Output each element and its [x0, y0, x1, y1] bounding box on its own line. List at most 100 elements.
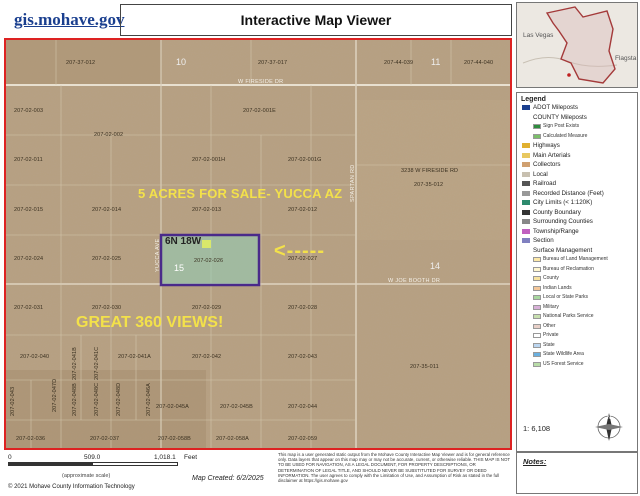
legend-swatch	[533, 352, 541, 357]
legend-item-label: Railroad	[533, 180, 557, 187]
parcel-label: 207-02-014	[92, 207, 122, 213]
parcel-label: 207-02-048C	[94, 382, 100, 416]
legend-item-label: Calculated Measure	[543, 132, 588, 139]
legend-item: Township/Range	[521, 227, 633, 237]
parcel-label: 207-02-002	[94, 132, 124, 138]
legend-item: Railroad	[521, 179, 633, 189]
parcel-label: 207-02-013	[192, 207, 222, 213]
parcel-label: 207-35-012	[414, 182, 444, 188]
legend-swatch	[533, 133, 541, 139]
parcel-label: 207-02-037	[90, 436, 120, 442]
map-viewer-page: gis.mohave.gov Interactive Map Viewer 10…	[0, 0, 640, 496]
legend-item-label: City Limits (< 1:120K)	[533, 199, 593, 206]
legend-item-label: Sign Post Exists	[543, 123, 580, 129]
legend-item: City Limits (< 1:120K)	[521, 198, 633, 208]
legend-item-label: ADOT Mileposts	[533, 104, 578, 111]
overview-map[interactable]: Las Vegas Flagsta	[516, 2, 638, 88]
parcel-label: 207-02-047D	[52, 378, 58, 412]
legend-swatch	[533, 295, 541, 300]
legend-swatch	[533, 276, 541, 281]
scale-label: 509.0	[84, 454, 101, 461]
legend-item-label: US Forest Service	[543, 360, 584, 367]
parcel-label: 207-02-041B	[72, 347, 78, 380]
legend-item: Section	[521, 236, 633, 246]
overview-city-label: Flagsta	[615, 55, 637, 62]
road-label: W JOE BOOTH DR	[388, 278, 441, 284]
main-map[interactable]: 10 11 14 W FIRESIDE DR W JOE BOOTH DR SP…	[4, 38, 512, 450]
legend-title: Legend	[521, 96, 546, 103]
legend-item: ADOT Mileposts	[521, 103, 633, 113]
parcel-label: 207-02-024	[14, 256, 44, 262]
legend-swatch	[533, 257, 541, 262]
legend-swatch	[533, 266, 541, 272]
parcel-label: 3238 W FIRESIDE RD	[401, 168, 459, 174]
scale-bar-graphic	[8, 462, 178, 466]
parcel-label: 207-02-015	[14, 207, 44, 213]
parcel-label: 207-02-029	[192, 305, 222, 311]
parcel-label: 207-02-001E	[243, 108, 276, 114]
legend-swatch	[533, 333, 541, 338]
road-label: W FIRESIDE DR	[238, 79, 284, 85]
legend-swatch	[522, 143, 530, 148]
legend-item-label: Collectors	[533, 161, 561, 168]
parcel-label: 207-44-039	[384, 60, 414, 66]
parcel-label: 207-02-042	[192, 354, 222, 360]
parcel-label: 207-02-026	[194, 258, 224, 264]
legend-item: COUNTY Mileposts	[521, 113, 633, 123]
legend-swatch	[522, 162, 530, 167]
approx-scale-note: (approximate scale)	[62, 473, 111, 479]
overview-map-graphic	[517, 3, 637, 87]
legend-item: County Boundary	[521, 208, 633, 218]
legend-item-label: Surrounding Counties	[533, 218, 593, 225]
notes-box: Notes:	[516, 452, 638, 494]
legend-swatch	[522, 105, 530, 110]
legend-item: Recorded Distance (Feet)	[521, 189, 633, 199]
legend-item: Collectors	[521, 160, 633, 170]
legend-item-label: Indian Lands	[543, 284, 572, 291]
parcel-label: 207-37-012	[66, 60, 96, 66]
road-label: SPARTAN RD	[350, 164, 356, 202]
parcel-label: 207-35-011	[410, 364, 439, 370]
parcel-label: 207-02-031	[14, 305, 44, 311]
legend-item: Bureau of Land Management	[521, 255, 633, 265]
sale-overlay-title: 5 ACRES FOR SALE- YUCCA AZ	[138, 186, 343, 201]
legend-item: Sign Post Exists	[521, 122, 633, 132]
legend-item: Other	[521, 322, 633, 332]
legend-item: Calculated Measure	[521, 132, 633, 142]
parcel-label: 207-02-046A	[146, 383, 152, 416]
site-logo-link[interactable]: gis.mohave.gov	[14, 10, 125, 30]
legend-swatch	[522, 228, 530, 234]
legend-item-label: Private	[543, 332, 559, 338]
legend-swatch	[533, 323, 541, 329]
legend-item: State Wildlife Area	[521, 350, 633, 360]
legend-swatch	[522, 152, 530, 158]
scale-label: Feet	[184, 454, 198, 461]
legend-swatch	[522, 200, 530, 205]
legend-item: US Forest Service	[521, 360, 633, 370]
legend-item-label: Main Arterials	[533, 151, 571, 159]
parcel-label: 207-02-045A	[156, 404, 189, 410]
parcel-label: 207-02-028	[288, 305, 318, 311]
parcel-label: 207-02-001H	[192, 157, 226, 163]
parcel-label: 207-02-048D	[116, 382, 122, 416]
page-title: Interactive Map Viewer	[120, 4, 512, 36]
legend-item-label: County	[543, 275, 559, 281]
legend-item-label: Local or State Parks	[543, 294, 589, 300]
legend-item-label: Recorded Distance (Feet)	[533, 189, 604, 197]
parcel-label: 207-02-036	[16, 436, 46, 442]
legend-item: Bureau of Reclamation	[521, 265, 633, 275]
legend-item-label: Local	[533, 170, 548, 178]
legend-item-label: Bureau of Land Management	[543, 256, 608, 262]
legend-swatch	[533, 342, 541, 348]
legend-swatch	[522, 181, 530, 186]
legend-item-label: National Parks Service	[543, 313, 594, 319]
legend-list: ADOT Mileposts COUNTY Mileposts Sign Post …	[521, 103, 633, 369]
parcel-label: 207-02-011	[14, 157, 43, 163]
disclaimer-text: This map is a user generated static outp…	[278, 452, 510, 484]
section-number: 11	[431, 57, 441, 67]
legend-item: Private	[521, 331, 633, 341]
legend-item-label: Highways	[533, 142, 560, 149]
parcel-label: 207-02-044	[288, 404, 318, 410]
legend-item-label: Section	[533, 237, 554, 244]
legend-swatch	[533, 285, 541, 291]
